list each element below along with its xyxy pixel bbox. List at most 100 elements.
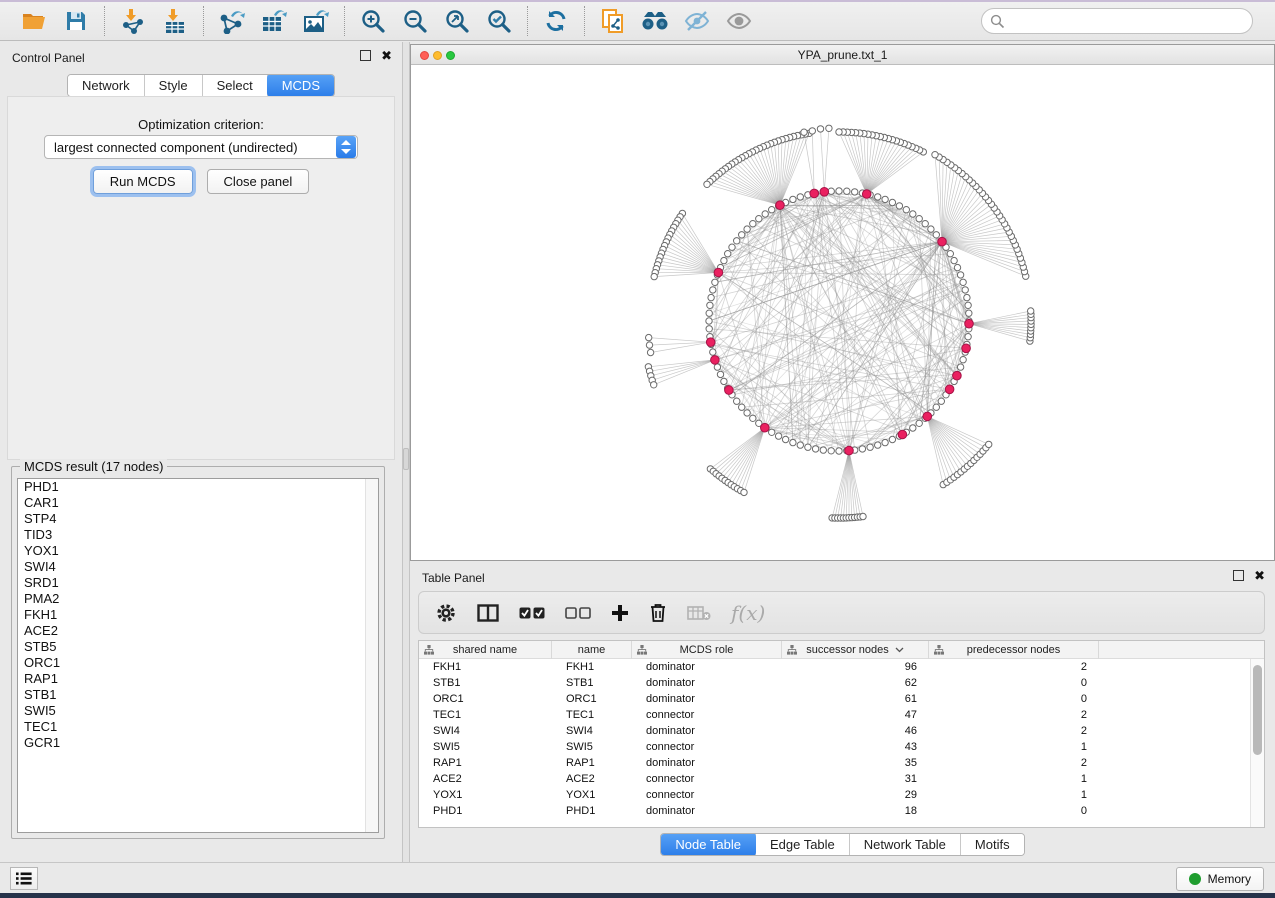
zoom-fit-icon[interactable] xyxy=(441,6,473,36)
mcds-result-item[interactable]: STB1 xyxy=(18,687,378,703)
table-cell[interactable]: dominator xyxy=(632,661,782,673)
table-row[interactable]: SWI5SWI5connector431 xyxy=(419,739,1250,755)
control-tab-style[interactable]: Style xyxy=(145,75,203,96)
mcds-result-item[interactable]: ACE2 xyxy=(18,623,378,639)
mcds-result-item[interactable]: STB5 xyxy=(18,639,378,655)
table-cell[interactable]: 31 xyxy=(782,773,929,785)
save-icon[interactable] xyxy=(60,6,92,36)
float-panel-icon[interactable] xyxy=(360,50,371,61)
mcds-list-scrollbar[interactable] xyxy=(365,479,378,832)
table-row[interactable]: TEC1TEC1connector472 xyxy=(419,707,1250,723)
export-network-icon[interactable] xyxy=(216,6,248,36)
table-cell[interactable]: ORC1 xyxy=(552,693,632,705)
table-row[interactable]: ACE2ACE2connector311 xyxy=(419,771,1250,787)
mcds-result-item[interactable]: CAR1 xyxy=(18,495,378,511)
table-row[interactable]: STB1STB1dominator620 xyxy=(419,675,1250,691)
table-cell[interactable]: SWI5 xyxy=(419,741,552,753)
show-all-icon[interactable] xyxy=(723,6,755,36)
table-cell[interactable]: dominator xyxy=(632,693,782,705)
columns-icon[interactable] xyxy=(477,599,499,627)
table-cell[interactable]: 1 xyxy=(929,789,1099,801)
mcds-result-list[interactable]: PHD1CAR1STP4TID3YOX1SWI4SRD1PMA2FKH1ACE2… xyxy=(17,478,379,833)
table-scrollbar[interactable] xyxy=(1250,659,1264,827)
table-cell[interactable]: 1 xyxy=(929,741,1099,753)
table-cell[interactable]: SWI4 xyxy=(552,725,632,737)
control-tab-select[interactable]: Select xyxy=(203,75,268,96)
search-input[interactable] xyxy=(981,8,1253,34)
mcds-result-item[interactable]: ORC1 xyxy=(18,655,378,671)
mcds-result-item[interactable]: TEC1 xyxy=(18,719,378,735)
table-cell[interactable]: FKH1 xyxy=(552,661,632,673)
table-cell[interactable]: 0 xyxy=(929,693,1099,705)
zoom-selected-icon[interactable] xyxy=(483,6,515,36)
table-cell[interactable]: 2 xyxy=(929,709,1099,721)
table-cell[interactable]: STB1 xyxy=(552,677,632,689)
import-table-icon[interactable] xyxy=(159,6,191,36)
select-all-checkboxes-icon[interactable] xyxy=(519,599,545,627)
table-cell[interactable]: connector xyxy=(632,741,782,753)
table-cell[interactable]: 18 xyxy=(782,805,929,817)
table-cell[interactable]: dominator xyxy=(632,805,782,817)
close-panel-button[interactable]: Close panel xyxy=(207,169,310,194)
settings-gear-icon[interactable] xyxy=(435,599,457,627)
table-row[interactable]: ORC1ORC1dominator610 xyxy=(419,691,1250,707)
mcds-result-item[interactable]: SWI5 xyxy=(18,703,378,719)
table-cell[interactable]: connector xyxy=(632,789,782,801)
column-header-predecessor-nodes[interactable]: predecessor nodes xyxy=(929,641,1099,659)
table-cell[interactable]: 0 xyxy=(929,805,1099,817)
table-cell[interactable]: PHD1 xyxy=(552,805,632,817)
criterion-dropdown[interactable]: largest connected component (undirected) xyxy=(44,135,358,159)
table-cell[interactable]: 46 xyxy=(782,725,929,737)
float-panel-icon[interactable] xyxy=(1233,570,1244,581)
table-tab-node-table[interactable]: Node Table xyxy=(660,833,757,856)
mcds-result-item[interactable]: GCR1 xyxy=(18,735,378,751)
add-column-icon[interactable] xyxy=(611,599,629,627)
table-cell[interactable]: FKH1 xyxy=(419,661,552,673)
table-cell[interactable]: YOX1 xyxy=(419,789,552,801)
vertical-splitter[interactable] xyxy=(402,42,410,862)
mcds-result-item[interactable]: FKH1 xyxy=(18,607,378,623)
table-cell[interactable]: dominator xyxy=(632,757,782,769)
open-file-icon[interactable] xyxy=(18,6,50,36)
run-mcds-button[interactable]: Run MCDS xyxy=(93,169,193,194)
table-cell[interactable]: SWI4 xyxy=(419,725,552,737)
table-cell[interactable]: SWI5 xyxy=(552,741,632,753)
table-tab-motifs[interactable]: Motifs xyxy=(961,834,1024,855)
zoom-in-icon[interactable] xyxy=(357,6,389,36)
export-table-icon[interactable] xyxy=(258,6,290,36)
mcds-result-item[interactable]: YOX1 xyxy=(18,543,378,559)
table-cell[interactable]: 29 xyxy=(782,789,929,801)
table-row[interactable]: YOX1YOX1connector291 xyxy=(419,787,1250,803)
table-cell[interactable]: ACE2 xyxy=(552,773,632,785)
mcds-result-item[interactable]: TID3 xyxy=(18,527,378,543)
task-history-button[interactable] xyxy=(10,867,38,890)
table-cell[interactable]: dominator xyxy=(632,677,782,689)
table-cell[interactable]: STB1 xyxy=(419,677,552,689)
column-header-name[interactable]: name xyxy=(552,641,632,659)
column-header-shared-name[interactable]: shared name xyxy=(419,641,552,659)
table-cell[interactable]: RAP1 xyxy=(552,757,632,769)
table-cell[interactable]: 0 xyxy=(929,677,1099,689)
table-cell[interactable]: ORC1 xyxy=(419,693,552,705)
duplicate-network-icon[interactable] xyxy=(597,6,629,36)
hide-selected-icon[interactable] xyxy=(681,6,713,36)
table-cell[interactable]: 62 xyxy=(782,677,929,689)
table-cell[interactable]: 35 xyxy=(782,757,929,769)
table-cell[interactable]: 2 xyxy=(929,661,1099,673)
close-panel-icon[interactable]: ✖ xyxy=(381,50,392,61)
table-row[interactable]: SWI4SWI4dominator462 xyxy=(419,723,1250,739)
table-cell[interactable]: 61 xyxy=(782,693,929,705)
zoom-out-icon[interactable] xyxy=(399,6,431,36)
table-cell[interactable]: 2 xyxy=(929,725,1099,737)
table-cell[interactable]: 43 xyxy=(782,741,929,753)
table-cell[interactable]: YOX1 xyxy=(552,789,632,801)
table-cell[interactable]: connector xyxy=(632,773,782,785)
mcds-result-item[interactable]: PMA2 xyxy=(18,591,378,607)
table-cell[interactable]: 2 xyxy=(929,757,1099,769)
column-header-successor-nodes[interactable]: successor nodes xyxy=(782,641,929,659)
mcds-result-item[interactable]: SWI4 xyxy=(18,559,378,575)
import-network-icon[interactable] xyxy=(117,6,149,36)
table-cell[interactable]: RAP1 xyxy=(419,757,552,769)
table-cell[interactable]: ACE2 xyxy=(419,773,552,785)
deselect-all-checkboxes-icon[interactable] xyxy=(565,599,591,627)
